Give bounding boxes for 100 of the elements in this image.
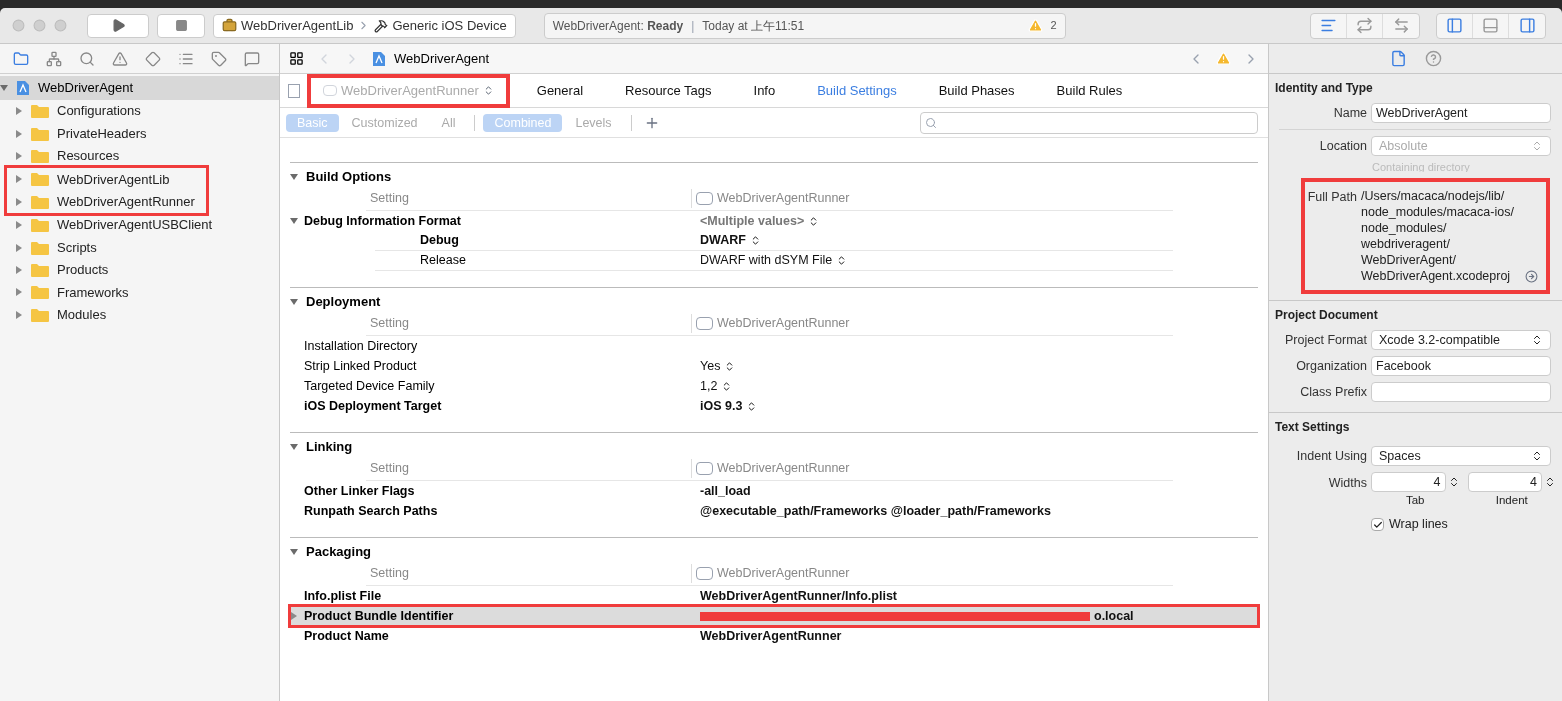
disclosure-triangle-icon[interactable] [15,288,23,297]
section-title[interactable]: Linking [290,437,1258,457]
editor-tab[interactable]: Build Settings [796,80,918,101]
setting-row[interactable]: Info.plist File WebDriverAgentRunner/Info.plist [290,586,1258,606]
disclosure-triangle-icon[interactable] [290,173,298,181]
setting-value: DWARF with dSYM File [700,252,833,270]
section-name: Deployment [306,293,381,312]
breadcrumb[interactable]: WebDriverAgent [394,48,490,69]
setting-row[interactable]: Targeted Device Family 1,2 [290,376,1258,396]
search-field[interactable] [920,111,1258,134]
folder-name: PrivateHeaders [57,124,147,143]
indent-width-field[interactable]: 4 [1467,472,1542,492]
disclosure-triangle-icon[interactable] [290,298,298,306]
setting-name: Targeted Device Family [303,377,435,395]
setting-row[interactable]: Release DWARF with dSYM File [290,251,1258,271]
folder-name: WebDriverAgentRunner [57,193,195,211]
setting-row[interactable]: Runpath Search Paths @executable_path/Frameworks @loader_path/Frameworks [290,501,1258,521]
folder-row[interactable]: Scripts [0,236,279,259]
folder-row[interactable]: WebDriverAgentRunner [7,190,206,213]
setting-name: Strip Linked Product [303,357,417,375]
panel-toggle-icon[interactable] [288,83,300,98]
disclosure-triangle-icon[interactable] [15,175,23,184]
stop-button[interactable] [157,13,205,38]
reveal-icon[interactable] [1525,270,1538,283]
class-prefix-field[interactable] [1371,382,1551,402]
organization-field[interactable]: Facebook [1371,356,1551,376]
search-icon [925,116,937,129]
disclosure-triangle-icon[interactable] [15,265,23,274]
editor-tab[interactable]: Build Rules [1035,80,1144,101]
related-items-icon[interactable] [289,51,304,66]
editor-tab[interactable]: General [515,80,605,101]
folder-row[interactable]: Configurations [0,100,279,123]
setting-value: -all_load [700,482,751,500]
editor-tab[interactable]: Build Phases [917,80,1036,101]
stepper-icon[interactable] [1544,476,1556,488]
warning-icon [1216,51,1231,66]
setting-name: Debug Information Format [303,212,461,230]
setting-name: Other Linker Flags [303,482,415,500]
disclosure-triangle-icon[interactable] [15,151,23,160]
setting-row[interactable]: Debug DWARF [290,231,1258,251]
section-title: Text Settings [1275,419,1351,436]
folder-icon [31,194,49,209]
setting-row[interactable]: Debug Information Format <Multiple values> [290,211,1258,231]
setting-name: Product Name [303,627,389,645]
folder-row[interactable]: Resources [0,144,279,168]
setting-row[interactable]: Installation Directory [290,336,1258,356]
folder-row[interactable]: WebDriverAgentUSBClient [0,213,279,237]
disclosure-triangle-icon[interactable] [15,107,23,116]
disclosure-triangle-icon[interactable] [15,197,23,206]
setting-row[interactable]: Product Bundle Identifier o.local [290,606,1258,626]
folder-row[interactable]: Modules [0,303,279,326]
folder-icon [31,240,49,255]
name-field[interactable]: WebDriverAgent [1371,103,1551,123]
field-label: Organization [1295,357,1367,375]
section-title[interactable]: Build Options [290,167,1258,187]
disclosure-triangle-icon[interactable] [290,548,298,556]
project-format-popup[interactable]: Xcode 3.2-compatible [1371,330,1551,350]
checkbox[interactable] [1371,518,1384,532]
editor-tab[interactable]: Info [732,80,797,101]
section-title[interactable]: Deployment [290,292,1258,312]
checkmark-icon [1372,519,1383,530]
folder-name: Modules [57,305,107,324]
disclosure-triangle-icon[interactable] [15,243,23,252]
warning-count: 2 [1050,18,1057,34]
disclosure-triangle-icon[interactable] [290,612,298,620]
disclosure-triangle-icon[interactable] [290,443,298,451]
setting-row[interactable]: Other Linker Flags -all_load [290,481,1258,501]
find-icon [78,50,95,67]
folder-name: Scripts [57,238,97,257]
setting-row[interactable]: iOS Deployment Target iOS 9.3 [290,396,1258,416]
disclosure-triangle-icon[interactable] [290,217,298,225]
help-inspector-tab[interactable] [1424,50,1442,67]
scheme-selector[interactable]: WebDriverAgentLib Generic iOS Device [213,13,516,38]
field-label: Project Format [1284,331,1367,349]
folder-row[interactable]: PrivateHeaders [0,122,279,145]
project-icon [12,50,29,67]
hammer-icon [374,18,389,33]
disclosure-triangle-icon[interactable] [15,129,23,138]
section-title[interactable]: Packaging [290,542,1258,562]
disclosure-triangle-icon[interactable] [15,221,23,230]
file-inspector-tab[interactable] [1389,50,1407,67]
folder-icon [31,307,49,322]
disclosure-triangle-icon[interactable] [0,84,8,92]
tab-width-field[interactable]: 4 [1371,472,1446,492]
run-button[interactable] [87,13,149,38]
target-column-header: WebDriverAgentRunner [691,189,850,208]
assistant-icon [1356,17,1373,34]
disclosure-triangle-icon[interactable] [15,310,23,319]
editor-tab[interactable]: Resource Tags [604,80,733,101]
folder-row[interactable]: Products [0,258,279,282]
section-name: Build Options [306,168,392,187]
warning-icon [1027,18,1043,33]
stepper-icon [1531,450,1543,462]
folder-row[interactable]: WebDriverAgentLib [7,168,206,191]
indent-using-popup[interactable]: Spaces [1371,446,1551,466]
setting-row[interactable]: Strip Linked Product Yes [290,356,1258,376]
folder-icon [31,285,49,300]
setting-row[interactable]: Product Name WebDriverAgentRunner [290,626,1258,646]
tree-row[interactable]: WebDriverAgent [0,76,279,100]
folder-row[interactable]: Frameworks [0,281,279,304]
